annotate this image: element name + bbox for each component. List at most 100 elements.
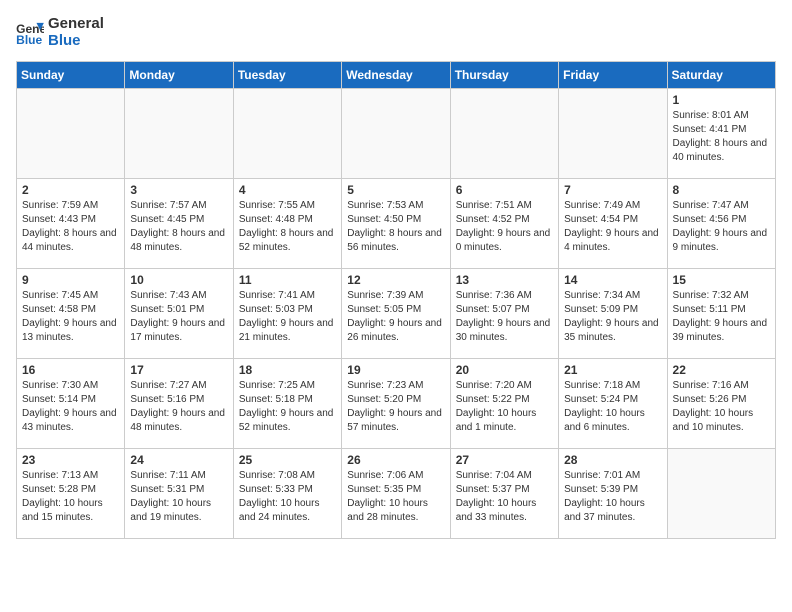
day-info: Sunrise: 7:49 AM Sunset: 4:54 PM Dayligh… (564, 199, 661, 255)
day-info: Sunrise: 7:43 AM Sunset: 5:01 PM Dayligh… (130, 289, 227, 345)
day-info: Sunrise: 7:51 AM Sunset: 4:52 PM Dayligh… (456, 199, 553, 255)
day-info: Sunrise: 7:32 AM Sunset: 5:11 PM Dayligh… (673, 289, 770, 345)
day-number: 28 (564, 453, 661, 467)
logo-general: General (48, 16, 104, 33)
calendar-cell: 18 Sunrise: 7:25 AM Sunset: 5:18 PM Dayli… (233, 359, 341, 449)
calendar-cell: 13 Sunrise: 7:36 AM Sunset: 5:07 PM Dayli… (450, 269, 558, 359)
day-number: 23 (22, 453, 119, 467)
weekday-header-thursday: Thursday (450, 62, 558, 89)
day-info: Sunrise: 7:27 AM Sunset: 5:16 PM Dayligh… (130, 379, 227, 435)
calendar-cell: 12Sunrise: 7:39 AM Sunset: 5:05 PM Dayli… (342, 269, 450, 359)
calendar-cell (125, 89, 233, 179)
calendar-cell: 22 Sunrise: 7:16 AM Sunset: 5:26 PM Dayli… (667, 359, 775, 449)
day-number: 15 (673, 273, 770, 287)
day-info: Sunrise: 7:41 AM Sunset: 5:03 PM Dayligh… (239, 289, 336, 345)
day-number: 10 (130, 273, 227, 287)
calendar-cell: 4 Sunrise: 7:55 AM Sunset: 4:48 PM Daylig… (233, 179, 341, 269)
calendar-cell (450, 89, 558, 179)
day-info: Sunrise: 7:08 AM Sunset: 5:33 PM Dayligh… (239, 469, 336, 525)
day-number: 6 (456, 183, 553, 197)
day-number: 3 (130, 183, 227, 197)
day-info: Sunrise: 7:55 AM Sunset: 4:48 PM Dayligh… (239, 199, 336, 255)
calendar-cell: 2 Sunrise: 7:59 AM Sunset: 4:43 PM Daylig… (17, 179, 125, 269)
day-number: 24 (130, 453, 227, 467)
day-info: Sunrise: 7:04 AM Sunset: 5:37 PM Dayligh… (456, 469, 553, 525)
day-info: Sunrise: 7:11 AM Sunset: 5:31 PM Dayligh… (130, 469, 227, 525)
day-info: Sunrise: 7:30 AM Sunset: 5:14 PM Dayligh… (22, 379, 119, 435)
week-row-1: 2 Sunrise: 7:59 AM Sunset: 4:43 PM Daylig… (17, 179, 776, 269)
calendar-body: 1Sunrise: 8:01 AM Sunset: 4:41 PM Daylig… (17, 89, 776, 539)
day-info: Sunrise: 7:53 AM Sunset: 4:50 PM Dayligh… (347, 199, 444, 255)
calendar-cell: 15 Sunrise: 7:32 AM Sunset: 5:11 PM Dayli… (667, 269, 775, 359)
day-number: 27 (456, 453, 553, 467)
calendar-cell: 21 Sunrise: 7:18 AM Sunset: 5:24 PM Dayli… (559, 359, 667, 449)
day-info: Sunrise: 7:23 AM Sunset: 5:20 PM Dayligh… (347, 379, 444, 435)
weekday-row: SundayMondayTuesdayWednesdayThursdayFrid… (17, 62, 776, 89)
calendar-cell (342, 89, 450, 179)
day-info: Sunrise: 7:16 AM Sunset: 5:26 PM Dayligh… (673, 379, 770, 435)
day-number: 4 (239, 183, 336, 197)
week-row-3: 16Sunrise: 7:30 AM Sunset: 5:14 PM Dayli… (17, 359, 776, 449)
day-number: 26 (347, 453, 444, 467)
day-info: Sunrise: 7:18 AM Sunset: 5:24 PM Dayligh… (564, 379, 661, 435)
weekday-header-friday: Friday (559, 62, 667, 89)
day-number: 9 (22, 273, 119, 287)
day-info: Sunrise: 7:57 AM Sunset: 4:45 PM Dayligh… (130, 199, 227, 255)
day-number: 19 (347, 363, 444, 377)
day-info: Sunrise: 7:59 AM Sunset: 4:43 PM Dayligh… (22, 199, 119, 255)
weekday-header-monday: Monday (125, 62, 233, 89)
calendar-cell (667, 449, 775, 539)
logo-blue: Blue (48, 33, 104, 50)
day-info: Sunrise: 7:47 AM Sunset: 4:56 PM Dayligh… (673, 199, 770, 255)
calendar-cell: 26 Sunrise: 7:06 AM Sunset: 5:35 PM Dayli… (342, 449, 450, 539)
day-info: Sunrise: 7:36 AM Sunset: 5:07 PM Dayligh… (456, 289, 553, 345)
logo: General Blue General Blue (16, 16, 104, 49)
week-row-0: 1Sunrise: 8:01 AM Sunset: 4:41 PM Daylig… (17, 89, 776, 179)
calendar-cell: 8 Sunrise: 7:47 AM Sunset: 4:56 PM Daylig… (667, 179, 775, 269)
day-info: Sunrise: 7:34 AM Sunset: 5:09 PM Dayligh… (564, 289, 661, 345)
calendar-cell: 6 Sunrise: 7:51 AM Sunset: 4:52 PM Daylig… (450, 179, 558, 269)
calendar-cell: 25 Sunrise: 7:08 AM Sunset: 5:33 PM Dayli… (233, 449, 341, 539)
calendar-cell: 7 Sunrise: 7:49 AM Sunset: 4:54 PM Daylig… (559, 179, 667, 269)
day-number: 7 (564, 183, 661, 197)
calendar-cell: 5 Sunrise: 7:53 AM Sunset: 4:50 PM Daylig… (342, 179, 450, 269)
day-number: 21 (564, 363, 661, 377)
logo-icon: General Blue (16, 21, 44, 45)
calendar-cell: 23Sunrise: 7:13 AM Sunset: 5:28 PM Dayli… (17, 449, 125, 539)
calendar-table: SundayMondayTuesdayWednesdayThursdayFrid… (16, 61, 776, 539)
day-info: Sunrise: 7:20 AM Sunset: 5:22 PM Dayligh… (456, 379, 553, 435)
day-number: 17 (130, 363, 227, 377)
calendar-cell: 17 Sunrise: 7:27 AM Sunset: 5:16 PM Dayli… (125, 359, 233, 449)
calendar-cell: 28 Sunrise: 7:01 AM Sunset: 5:39 PM Dayli… (559, 449, 667, 539)
day-number: 1 (673, 93, 770, 107)
day-number: 8 (673, 183, 770, 197)
day-number: 13 (456, 273, 553, 287)
day-number: 14 (564, 273, 661, 287)
calendar-cell: 10 Sunrise: 7:43 AM Sunset: 5:01 PM Dayli… (125, 269, 233, 359)
calendar-cell (233, 89, 341, 179)
weekday-header-sunday: Sunday (17, 62, 125, 89)
day-number: 25 (239, 453, 336, 467)
calendar-cell: 20 Sunrise: 7:20 AM Sunset: 5:22 PM Dayli… (450, 359, 558, 449)
weekday-header-wednesday: Wednesday (342, 62, 450, 89)
calendar-cell: 1Sunrise: 8:01 AM Sunset: 4:41 PM Daylig… (667, 89, 775, 179)
svg-text:Blue: Blue (16, 33, 42, 45)
day-number: 18 (239, 363, 336, 377)
day-number: 5 (347, 183, 444, 197)
weekday-header-saturday: Saturday (667, 62, 775, 89)
day-info: Sunrise: 7:06 AM Sunset: 5:35 PM Dayligh… (347, 469, 444, 525)
calendar-cell: 24 Sunrise: 7:11 AM Sunset: 5:31 PM Dayli… (125, 449, 233, 539)
calendar-cell: 11 Sunrise: 7:41 AM Sunset: 5:03 PM Dayli… (233, 269, 341, 359)
day-number: 20 (456, 363, 553, 377)
day-info: Sunrise: 7:25 AM Sunset: 5:18 PM Dayligh… (239, 379, 336, 435)
weekday-header-tuesday: Tuesday (233, 62, 341, 89)
day-number: 2 (22, 183, 119, 197)
calendar-cell: 27 Sunrise: 7:04 AM Sunset: 5:37 PM Dayli… (450, 449, 558, 539)
day-info: Sunrise: 7:01 AM Sunset: 5:39 PM Dayligh… (564, 469, 661, 525)
calendar-header: SundayMondayTuesdayWednesdayThursdayFrid… (17, 62, 776, 89)
day-number: 22 (673, 363, 770, 377)
calendar-cell: 9Sunrise: 7:45 AM Sunset: 4:58 PM Daylig… (17, 269, 125, 359)
day-number: 11 (239, 273, 336, 287)
week-row-4: 23Sunrise: 7:13 AM Sunset: 5:28 PM Dayli… (17, 449, 776, 539)
week-row-2: 9Sunrise: 7:45 AM Sunset: 4:58 PM Daylig… (17, 269, 776, 359)
